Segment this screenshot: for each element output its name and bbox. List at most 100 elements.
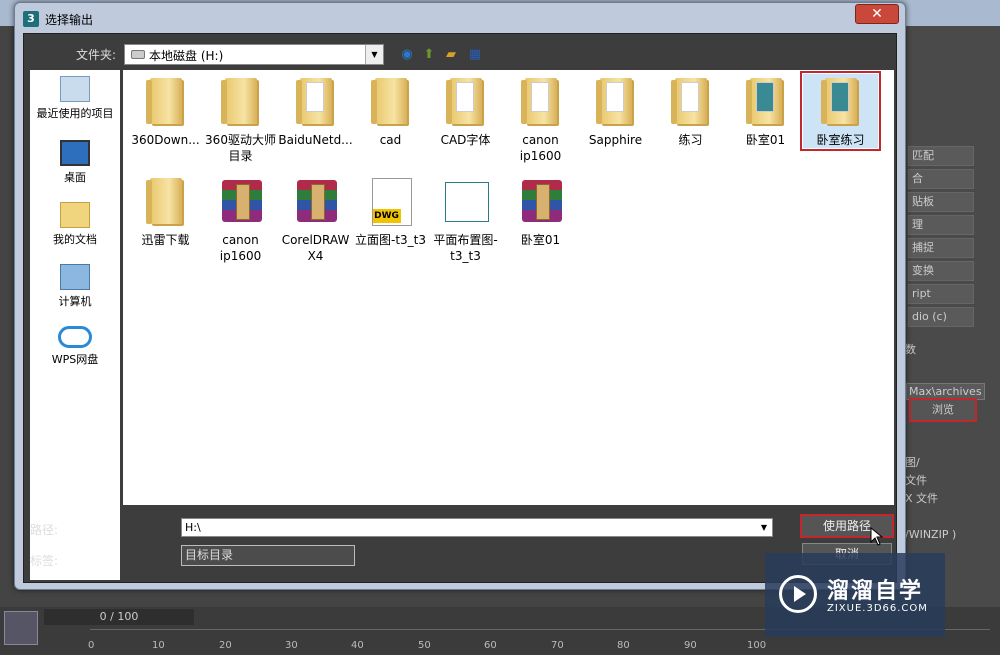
documents-icon [60,202,90,228]
winrar-icon [296,180,337,222]
panel-button[interactable]: 贴板 [908,192,974,212]
time-slider[interactable]: 0 / 100 [44,609,194,625]
file-item[interactable]: 迅雷下载 [128,174,203,248]
dwg-file-icon: DWG [371,178,412,226]
file-item[interactable]: 360驱动大师目录 [203,74,278,164]
file-name: 迅雷下载 [141,233,190,247]
place-documents[interactable]: 我的文档 [30,202,120,247]
place-recent[interactable]: 最近使用的项目 [30,76,120,121]
up-folder-icon[interactable]: ⬆ [420,46,438,64]
new-folder-icon[interactable]: ▰ [442,46,460,64]
panel-text: 数 [905,343,916,356]
file-name: 卧室01 [745,133,786,147]
back-icon[interactable]: ◉ [398,46,416,64]
cloud-icon [58,326,92,348]
place-label: 桌面 [64,171,86,184]
file-item[interactable]: 卧室01 [503,174,578,248]
recent-items-icon [60,76,90,102]
mouse-cursor-icon [870,527,884,546]
file-item[interactable]: Sapphire [578,74,653,148]
folder-icon [595,78,632,124]
file-item[interactable]: BaiduNetd... [278,74,353,148]
path-value: H:\ [185,521,201,534]
play-logo-icon [779,575,817,613]
panel-button[interactable]: 合 [908,169,974,189]
file-name: 练习 [678,133,703,147]
dialog-titlebar[interactable]: 3 选择输出 ✕ [15,3,905,33]
file-item[interactable]: 平面布置图-t3_t3 [428,174,503,264]
tick-label: 40 [351,640,364,651]
folder-icon [295,78,332,124]
watermark-subtitle: ZIXUE.3D66.COM [827,603,928,614]
tick-label: 0 [88,640,95,651]
viewport-layout-icon[interactable] [4,611,38,645]
tick-label: 20 [219,640,232,651]
file-name: 360Down... [131,133,200,147]
file-item[interactable]: 360Down... [128,74,203,148]
file-item[interactable]: canon ip1600 [503,74,578,164]
panel-button[interactable]: dio (c) [908,307,974,327]
file-name: 360驱动大师目录 [205,133,276,163]
panel-button[interactable]: 理 [908,215,974,235]
file-item[interactable]: CAD字体 [428,74,503,148]
panel-button[interactable]: 捕捉 [908,238,974,258]
file-item-selected[interactable]: 卧室练习 [800,71,881,151]
file-item[interactable]: 卧室01 [728,74,803,148]
chevron-down-icon[interactable]: ▼ [365,45,383,64]
place-label: 我的文档 [53,233,97,246]
file-item[interactable]: DWG 立面图-t3_t3 [353,174,428,248]
file-name: canon ip1600 [519,133,562,163]
file-name: CAD字体 [440,133,491,147]
panel-button[interactable]: ript [908,284,974,304]
place-label: 计算机 [58,295,92,308]
3dsmax-app-icon: 3 [23,11,39,27]
place-wps-cloud[interactable]: WPS网盘 [30,326,120,367]
dialog-body: 文件夹: 本地磁盘 (H:) ▼ ◉ ⬆ ▰ ▦ 最近使用的项目 桌面 我的文档 [23,33,897,583]
browse-button[interactable]: 浏览 [909,398,977,422]
folder-icon [370,78,407,124]
file-name: 立面图-t3_t3 [354,233,426,247]
folder-icon [745,78,782,124]
chevron-down-icon[interactable]: ▼ [756,519,772,536]
folder-label: 文件夹: [76,48,117,62]
desktop-icon [60,140,90,166]
tick-label: 90 [684,640,697,651]
file-name: BaiduNetd... [278,133,353,147]
folder-select[interactable]: 本地磁盘 (H:) ▼ [124,44,384,65]
panel-text: 文件 [905,474,927,487]
tick-label: 100 [747,640,767,651]
tick-label: 60 [484,640,497,651]
panel-text: X 文件 [905,492,939,505]
dialog-title: 选择输出 [45,13,94,27]
file-item[interactable]: CorelDRAW X4 [278,174,353,264]
tag-input[interactable]: 目标目录 [181,545,355,566]
place-label: 最近使用的项目 [36,107,114,120]
close-button[interactable]: ✕ [855,4,899,24]
file-name: 卧室01 [520,233,561,247]
panel-text: 图/ [905,456,920,469]
file-item[interactable]: 练习 [653,74,728,148]
file-list: 360Down... 360驱动大师目录 BaiduNetd... cad CA… [123,70,894,505]
tick-label: 70 [551,640,564,651]
tick-label: 80 [617,640,630,651]
folder-icon [220,78,257,124]
file-name: canon ip1600 [219,233,262,263]
tag-label: 标签: [30,554,59,568]
file-item[interactable]: cad [353,74,428,148]
watermark-title: 溜溜自学 [827,579,924,604]
path-label: 路径: [30,523,59,537]
place-computer[interactable]: 计算机 [30,264,120,309]
file-name: 平面布置图-t3_t3 [433,233,498,263]
place-label: WPS网盘 [51,353,99,366]
file-item[interactable]: canon ip1600 [203,174,278,264]
folder-icon [520,78,557,124]
panel-button[interactable]: 变换 [908,261,974,281]
path-input[interactable]: H:\ ▼ [181,518,773,537]
tick-label: 10 [152,640,165,651]
folder-icon [820,78,857,124]
view-menu-icon[interactable]: ▦ [466,46,484,64]
panel-button[interactable]: 匹配 [908,146,974,166]
floor-plan-icon [444,182,489,222]
place-desktop[interactable]: 桌面 [30,140,120,185]
drive-icon [131,50,145,59]
